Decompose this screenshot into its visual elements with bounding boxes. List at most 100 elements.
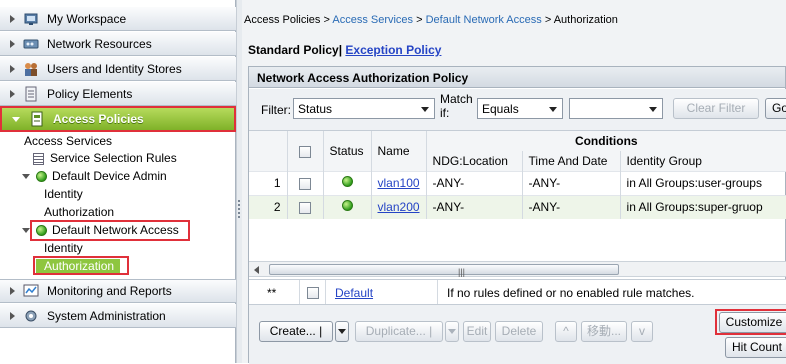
tree-authorization-selected[interactable]: Authorization	[36, 259, 121, 273]
system-admin-icon	[23, 308, 39, 324]
nav-drawer-my-workspace[interactable]: My Workspace	[0, 7, 236, 31]
navigation-pane: My Workspace Network Resources Users and…	[0, 0, 236, 363]
breadcrumb-separator: >	[320, 14, 333, 26]
default-rule-link[interactable]: Default	[335, 286, 373, 300]
breadcrumb-authorization: Authorization	[553, 14, 618, 26]
name-cell: vlan100	[371, 170, 427, 195]
time-and-date-header[interactable]: Time And Date	[522, 151, 621, 171]
status-enabled-icon	[36, 171, 47, 183]
row-checkbox[interactable]	[299, 177, 311, 190]
tree-expand-icon	[22, 174, 30, 180]
select-all-header	[287, 131, 324, 171]
ndg-location-header[interactable]: NDG:Location	[426, 151, 523, 171]
chevron-down-icon	[338, 329, 346, 335]
tree-service-selection-rules[interactable]: Service Selection Rules	[33, 151, 177, 165]
if-label: if:	[440, 106, 450, 120]
expand-arrow-icon	[10, 311, 15, 320]
filter-value-select[interactable]	[569, 98, 663, 119]
tab-exception-policy[interactable]: Exception Policy	[345, 43, 441, 57]
time-and-date-cell: -ANY-	[522, 194, 621, 219]
breadcrumb-access-services[interactable]: Access Services	[332, 14, 413, 26]
status-cell	[323, 170, 372, 195]
panel-title: Network Access Authorization Policy	[249, 67, 785, 88]
table-row[interactable]: 2 vlan200 -ANY- -ANY- in All Groups:supe…	[249, 194, 786, 219]
nav-drawer-label: Network Resources	[47, 36, 152, 51]
nav-drawer-system-administration[interactable]: System Administration	[0, 304, 236, 328]
rule-name-link[interactable]: vlan200	[378, 200, 420, 214]
ndg-location-cell: -ANY-	[426, 194, 523, 219]
splitter-grip[interactable]	[238, 200, 240, 220]
tree-default-network-access[interactable]: Default Network Access	[22, 223, 179, 237]
move-to-button[interactable]: 移動...	[581, 321, 627, 342]
edit-button[interactable]: Edit	[463, 321, 491, 342]
network-icon	[23, 36, 39, 52]
tree-item-label: Service Selection Rules	[50, 151, 177, 165]
create-button[interactable]: Create... |	[259, 321, 333, 342]
filter-field-select[interactable]: Status	[293, 98, 435, 119]
tree-item-label: Default Device Admin	[52, 169, 167, 183]
move-down-button[interactable]: v	[631, 321, 653, 342]
breadcrumb-separator: >	[413, 14, 426, 26]
nav-drawer-label: Access Policies	[53, 112, 144, 126]
clear-filter-button[interactable]: Clear Filter	[673, 98, 759, 119]
nav-drawer-access-policies[interactable]: Access Policies	[0, 106, 236, 132]
nav-drawer-policy-elements[interactable]: Policy Elements	[0, 82, 236, 106]
scroll-left-arrow-icon[interactable]	[254, 266, 259, 274]
breadcrumb-separator: >	[541, 14, 554, 26]
status-enabled-icon	[341, 200, 353, 212]
tree-item-label: Default Network Access	[52, 223, 179, 237]
customize-button[interactable]: Customize	[719, 312, 786, 333]
match-if-label: Match if:	[440, 92, 473, 120]
collapse-arrow-icon	[12, 116, 20, 122]
move-up-button[interactable]: ^	[555, 321, 577, 342]
default-rule-row[interactable]: ** Default If no rules defined or no ena…	[249, 279, 786, 305]
nav-drawer-label: Policy Elements	[47, 86, 133, 101]
workspace-icon	[23, 11, 39, 27]
tree-identity[interactable]: Identity	[44, 241, 83, 255]
nav-drawer-label: Users and Identity Stores	[47, 61, 182, 76]
conditions-header: Conditions	[426, 131, 786, 151]
go-button[interactable]: Go	[765, 98, 786, 119]
table-row[interactable]: 1 vlan100 -ANY- -ANY- in All Groups:user…	[249, 170, 786, 195]
expand-arrow-icon	[10, 89, 15, 98]
rule-name-link[interactable]: vlan100	[378, 176, 420, 190]
default-row-checkbox[interactable]	[307, 286, 319, 299]
tree-default-device-admin[interactable]: Default Device Admin	[22, 169, 167, 183]
nav-drawer-users-identity-stores[interactable]: Users and Identity Stores	[0, 57, 236, 81]
horizontal-scrollbar[interactable]: |||	[249, 261, 786, 277]
tree-identity[interactable]: Identity	[44, 187, 83, 201]
name-header[interactable]: Name	[371, 131, 427, 171]
operator-select[interactable]: Equals	[477, 98, 563, 119]
select-all-checkbox[interactable]	[299, 145, 311, 158]
hit-count-button[interactable]: Hit Count	[725, 337, 786, 358]
identity-group-header[interactable]: Identity Group	[620, 151, 786, 171]
filter-label: Filter:	[261, 103, 291, 117]
column-divider	[299, 280, 300, 304]
chevron-down-icon	[448, 329, 456, 335]
status-header[interactable]: Status	[323, 131, 372, 171]
nav-drawer-monitoring-reports[interactable]: Monitoring and Reports	[0, 279, 236, 303]
tree-authorization[interactable]: Authorization	[44, 205, 114, 219]
match-label: Match	[440, 92, 473, 106]
duplicate-menu-button[interactable]	[445, 321, 459, 342]
default-rule-description: If no rules defined or no enabled rule m…	[447, 286, 695, 300]
expand-arrow-icon	[10, 64, 15, 73]
column-divider	[325, 280, 326, 304]
nav-drawer-network-resources[interactable]: Network Resources	[0, 32, 236, 56]
duplicate-button[interactable]: Duplicate... |	[355, 321, 443, 342]
time-and-date-cell: -ANY-	[522, 170, 621, 195]
filter-row: Filter: Status Match if: Equals Clear Fil…	[249, 89, 786, 131]
ndg-location-cell: -ANY-	[426, 170, 523, 195]
row-checkbox[interactable]	[299, 202, 311, 215]
tree-access-services[interactable]: Access Services	[24, 134, 112, 148]
name-cell: vlan200	[371, 194, 427, 219]
scrollbar-thumb[interactable]: |||	[269, 264, 619, 277]
arrow-down-icon: v	[639, 324, 645, 338]
delete-button[interactable]: Delete	[495, 321, 543, 342]
breadcrumb: Access Policies > Access Services > Defa…	[244, 14, 618, 26]
status-enabled-icon	[36, 225, 47, 237]
create-menu-button[interactable]	[335, 321, 349, 342]
breadcrumb-default-network-access[interactable]: Default Network Access	[426, 14, 542, 26]
nav-drawer-label: Monitoring and Reports	[47, 284, 172, 298]
filter-field-value: Status	[298, 102, 333, 116]
